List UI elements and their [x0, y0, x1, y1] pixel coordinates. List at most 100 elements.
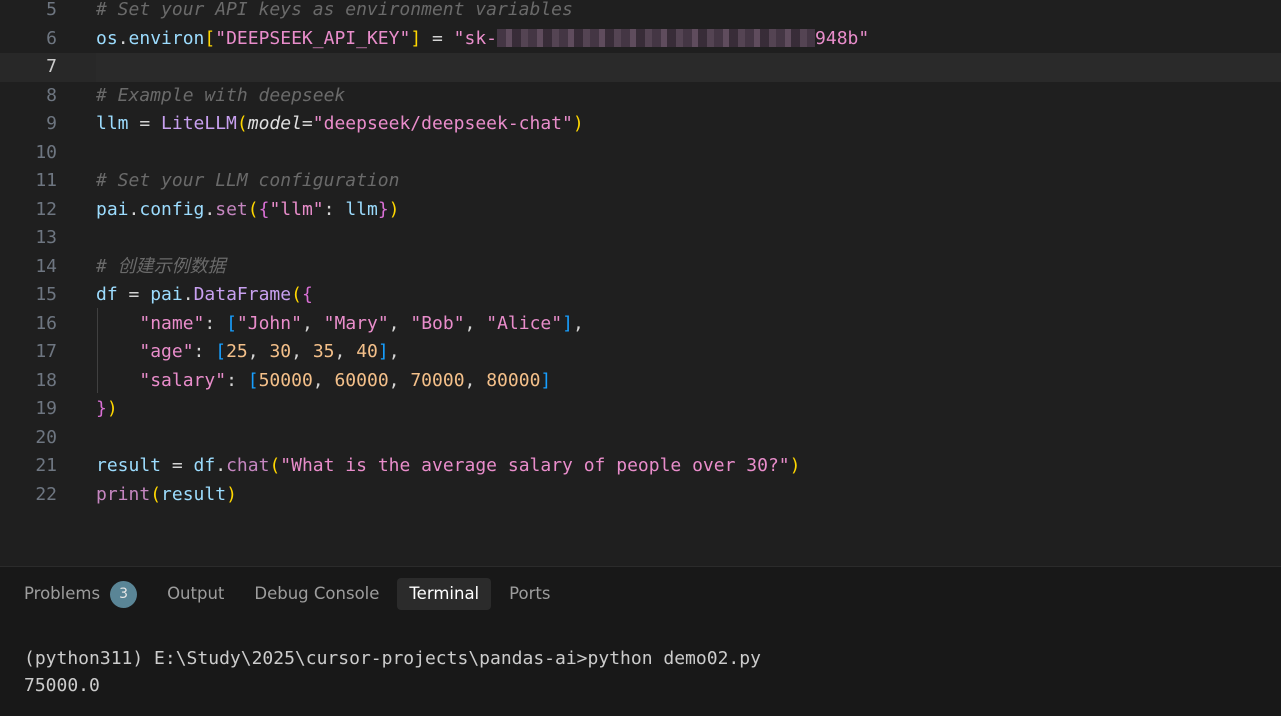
- code-token: .: [204, 198, 216, 220]
- code-token: {: [258, 198, 270, 220]
- code-token: ]: [540, 369, 552, 391]
- code-token: 60000: [334, 369, 389, 391]
- terminal-line: 75000.0: [24, 675, 100, 696]
- code-token: :: [226, 369, 248, 391]
- code-token: os: [96, 27, 118, 49]
- code-line[interactable]: 6 os.environ["DEEPSEEK_API_KEY"] = "sk- 94…: [0, 25, 1281, 54]
- code-token: [: [215, 341, 227, 362]
- line-number: 18: [35, 369, 57, 391]
- code-token: LiteLLM: [161, 113, 237, 134]
- code-token: result: [96, 455, 162, 476]
- code-token: df: [193, 455, 216, 476]
- code-token: pai: [150, 284, 183, 305]
- code-line[interactable]: 16 "name": ["John", "Mary", "Bob", "Alic…: [0, 310, 1281, 339]
- code-token: "John": [236, 312, 302, 334]
- code-token: (: [247, 198, 259, 220]
- code-token: set: [215, 198, 248, 220]
- line-number: 20: [35, 426, 57, 448]
- line-number: 12: [35, 198, 57, 220]
- code-token: =: [301, 113, 313, 134]
- code-line[interactable]: 20: [0, 424, 1281, 453]
- code-token: print: [96, 483, 151, 505]
- line-number: 10: [35, 141, 57, 163]
- code-token: ,: [247, 341, 270, 362]
- code-token: ]: [562, 312, 573, 334]
- code-token: .: [182, 284, 194, 305]
- code-token: {: [301, 284, 313, 305]
- code-token: "Mary": [323, 312, 389, 334]
- line-code: # Set your LLM configuration: [96, 167, 399, 196]
- line-code: }): [96, 395, 118, 424]
- code-token: "deepseek/deepseek-chat": [312, 113, 573, 134]
- code-token: ]: [377, 341, 389, 362]
- code-line[interactable]: 10: [0, 139, 1281, 168]
- code-line[interactable]: 7: [0, 53, 1281, 82]
- code-token: 948b": [815, 27, 870, 49]
- code-token: :: [193, 341, 216, 362]
- panel-tabs: Problems 3 Output Debug Console Terminal Port…: [12, 577, 568, 611]
- code-token: ,: [388, 369, 411, 391]
- line-number: 9: [46, 113, 57, 134]
- terminal-line: (python311) E:\Study\2025\cursor-project…: [24, 648, 761, 669]
- line-code: # Set your API keys as environment varia…: [96, 0, 573, 25]
- code-token: .: [128, 198, 140, 220]
- code-line[interactable]: 11 # Set your LLM configuration: [0, 167, 1281, 196]
- code-line[interactable]: 17 "age": [25, 30, 35, 40],: [0, 338, 1281, 367]
- code-token: 70000: [410, 369, 465, 391]
- line-code: result = df.chat("What is the average sa…: [96, 452, 800, 481]
- code-token: (: [269, 455, 281, 476]
- code-token: # Set your API keys as environment varia…: [96, 0, 573, 20]
- code-token: config: [139, 198, 205, 220]
- code-line[interactable]: 14 # 创建示例数据: [0, 253, 1281, 282]
- code-token: ,: [291, 341, 313, 362]
- line-code: "salary": [50000, 60000, 70000, 80000]: [96, 367, 551, 396]
- code-line[interactable]: 5 # Set your API keys as environment vari…: [0, 0, 1281, 25]
- code-token: model: [247, 113, 302, 134]
- code-token: 30: [269, 341, 292, 362]
- code-token: # Set your LLM configuration: [96, 170, 400, 191]
- code-token: "Bob": [410, 312, 465, 334]
- terminal-output[interactable]: (python311) E:\Study\2025\cursor-project…: [24, 645, 761, 699]
- tab-label: Ports: [509, 584, 551, 603]
- code-token: ): [388, 198, 400, 220]
- line-number: 5: [46, 0, 57, 20]
- code-line[interactable]: 12 pai.config.set({"llm": llm}): [0, 196, 1281, 225]
- code-token: =: [128, 113, 162, 134]
- line-number: 8: [46, 84, 57, 106]
- tab-terminal[interactable]: Terminal: [397, 578, 492, 610]
- code-token: ,: [301, 312, 324, 334]
- code-token: ,: [388, 341, 400, 362]
- code-token: pai: [96, 198, 129, 220]
- code-line[interactable]: 21 result = df.chat("What is the average …: [0, 452, 1281, 481]
- code-line[interactable]: 18 "salary": [50000, 60000, 70000, 80000…: [0, 367, 1281, 396]
- code-line[interactable]: 15 df = pai.DataFrame({: [0, 281, 1281, 310]
- tab-debug-console[interactable]: Debug Console: [242, 578, 391, 610]
- code-token: "name": [139, 312, 205, 334]
- code-line[interactable]: 8 # Example with deepseek: [0, 82, 1281, 111]
- code-editor[interactable]: 5 # Set your API keys as environment vari…: [0, 0, 1281, 566]
- line-number: 17: [35, 341, 57, 362]
- tab-output[interactable]: Output: [155, 578, 236, 610]
- redacted-api-key: [497, 28, 816, 47]
- code-token: "llm": [269, 198, 324, 220]
- code-token: ,: [464, 369, 487, 391]
- line-code: df = pai.DataFrame({: [96, 281, 313, 310]
- code-token: ,: [334, 341, 357, 362]
- tab-ports[interactable]: Ports: [497, 578, 562, 610]
- tab-problems[interactable]: Problems 3: [12, 578, 149, 610]
- line-code: "name": ["John", "Mary", "Bob", "Alice"]…: [96, 310, 584, 339]
- code-line[interactable]: 9 llm = LiteLLM(model="deepseek/deepseek-…: [0, 110, 1281, 139]
- code-line[interactable]: 22 print(result): [0, 481, 1281, 510]
- code-token: ): [226, 483, 237, 505]
- code-token: :: [204, 312, 227, 334]
- code-token: ,: [464, 312, 487, 334]
- code-token: ,: [572, 312, 584, 334]
- code-token: =: [161, 455, 194, 476]
- line-code: os.environ["DEEPSEEK_API_KEY"] = "sk- 948…: [96, 25, 869, 54]
- code-token: ,: [312, 369, 335, 391]
- code-line[interactable]: 19}): [0, 395, 1281, 424]
- code-line[interactable]: 13: [0, 224, 1281, 253]
- code-token: (: [150, 483, 162, 505]
